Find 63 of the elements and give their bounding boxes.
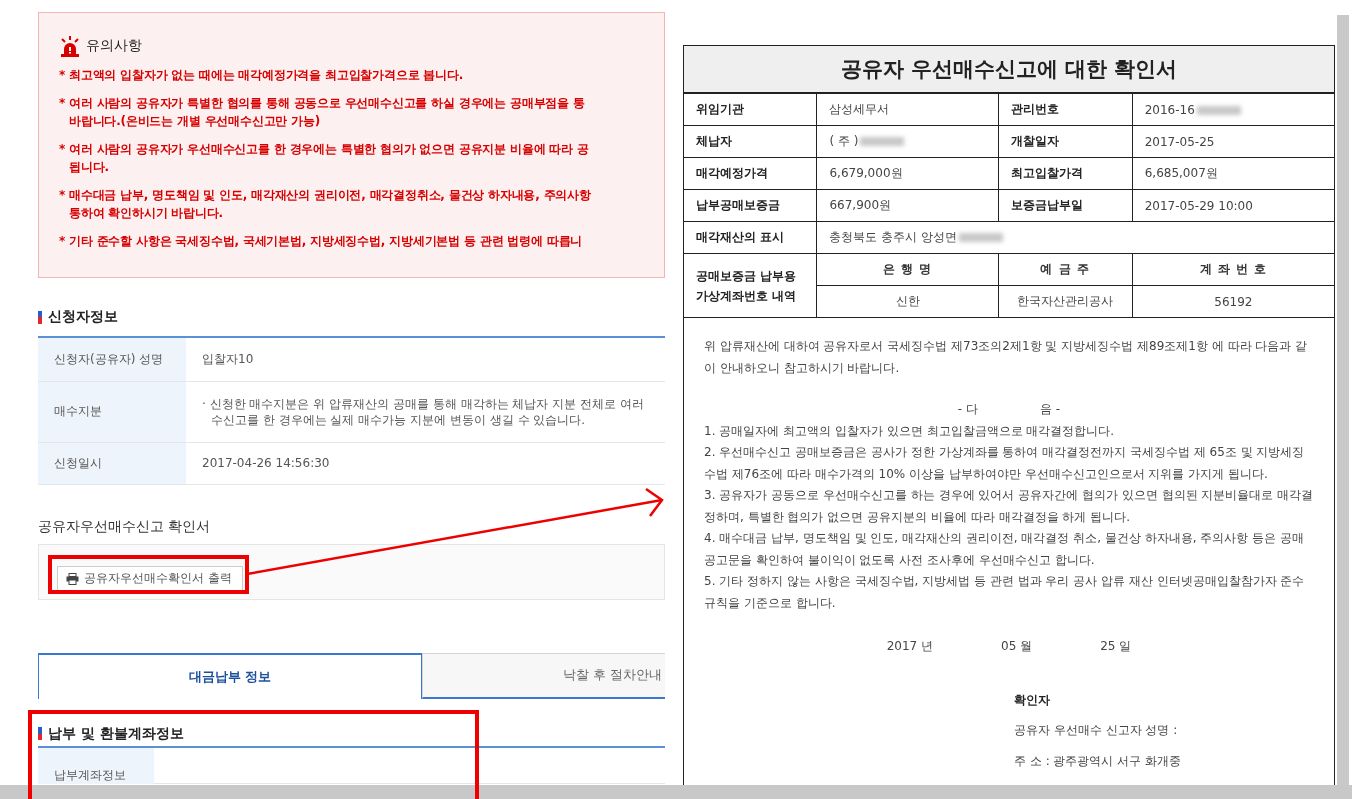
row-value: 신한 — [895, 294, 920, 308]
signer-title: 확인자 — [1014, 691, 1051, 709]
row-label: 매각재산의 표시 — [696, 230, 785, 244]
row-value: 56192 — [1214, 294, 1253, 309]
document-text: 3. 공유자가 공동으로 우선매수신고를 하는 경우에 있어서 공유자간에 협의가 있으면 협의된 지분비율대로 매각결정하며, 특별한 협의가 없으면 공유지분의 비율에 따라 매각결정을 하게 됩니다. — [704, 487, 1314, 526]
heading-bar — [38, 727, 42, 740]
row-label: 매각예정가격 — [696, 166, 768, 180]
tab[interactable]: 대금납부 정보 — [38, 652, 422, 699]
notice-item: * 최고액의 입찰자가 없는 때에는 매각예정가격을 최고입찰가격으로 봅니다. — [59, 67, 465, 84]
row-value: 6,679,000원 — [829, 166, 903, 180]
row-label: 위임기관 — [696, 102, 744, 116]
date-text: 05 월 — [1001, 638, 1033, 655]
row-label: 보증금납부일 — [1010, 198, 1083, 212]
row-label: 관리번호 — [1010, 102, 1059, 116]
row-label: 공매보증금 납부용 가상계좌번호 내역 — [696, 268, 797, 303]
document-heading: 음 - — [1040, 401, 1061, 418]
field-label: 신청일시 — [38, 442, 186, 484]
printer-icon — [66, 572, 79, 585]
row-label: 납부공매보증금 — [696, 198, 780, 212]
field-label: 매수지분 — [38, 381, 186, 442]
date-text: 25 일 — [1100, 638, 1132, 655]
document-text: 2. 우선매수신고 공매보증금은 공사가 정한 가상계좌를 통하여 매각결정전까지 국세징수법 제 65조 및 지방세징수법 제76조에 따라 매수가격의 10% 이상을 납부하여야만 우선매수신고인으로서 지위를 가지게 됩니다. — [704, 444, 1306, 483]
scrollbar[interactable] — [1337, 15, 1349, 785]
field-value: 2017-04-26 14:56:30 — [186, 442, 665, 484]
section-title: 공유자우선매수신고 확인서 — [38, 517, 212, 536]
row-value: 한국자산관리공사 — [1017, 294, 1114, 308]
notice-item: * 여러 사람의 공유자가 특별한 협의를 통해 공동으로 우선매수신고를 하실 경우에는 공매부점을 통 바랍니다.(온비드는 개별 우선매수신고만 가능) — [59, 95, 586, 130]
section-title: 신청자정보 — [48, 308, 118, 326]
column-header: 계 좌 번 호 — [1199, 262, 1268, 276]
signer-text: 주 소 : 광주광역시 서구 화개중 — [1014, 752, 1183, 770]
field-label: 납부계좌정보 — [38, 746, 154, 784]
row-label: 체납자 — [696, 134, 732, 148]
row-label: 개찰일자 — [1010, 134, 1059, 148]
column-header: 은 행 명 — [882, 262, 933, 276]
document-heading: - 다 — [957, 401, 978, 418]
document-text: 4. 매수대금 납부, 명도책임 및 인도, 매각재산의 권리이전, 매각결정 취소, 물건상 하자내용, 주의사항 등은 공매공고문을 확인하여 불이익이 없도록 사전 조사후에 우선매수신고 합니다. — [704, 530, 1305, 569]
column-header: 예 금 주 — [1040, 262, 1090, 276]
document-title: 공유자 우선매수신고에 대한 확인서 — [840, 56, 1178, 83]
row-value: 667,900원 — [829, 198, 892, 212]
row-value: 충청북도 충주시 앙성면 — [829, 230, 958, 244]
notice-item: * 기타 준수할 사항은 국세징수법, 국세기본법, 지방세징수법, 지방세기본법 등 관련 법령에 따릅니 — [59, 233, 584, 250]
row-value: 6,685,007원 — [1144, 166, 1218, 180]
row-label: 최고입찰가격 — [1010, 166, 1083, 180]
field-label: 신청자(공유자) 성명 — [38, 337, 186, 381]
row-value: 2017-05-29 10:00 — [1144, 198, 1253, 213]
document-text: 위 압류재산에 대하여 공유자로서 국세징수법 제73조의2제1항 및 지방세징수법 제89조제1항 에 따라 다음과 같이 안내하오니 참고하시기 바랍니다. — [704, 338, 1309, 377]
notice-item: * 여러 사람의 공유자가 우선매수신고를 한 경우에는 특별한 협의가 없으면 공유지분 비율에 따라 공 됩니다. — [59, 141, 590, 176]
notice-item: * 매수대금 납부, 명도책임 및 인도, 매각재산의 권리이전, 매각결정취소, 물건상 하자내용, 주의사항 통하여 확인하시기 바랍니다. — [59, 187, 592, 222]
row-value: ( 주 ) — [829, 134, 859, 148]
section-title: 납부 및 환불계좌정보 — [48, 724, 184, 743]
alarm-light-icon — [59, 35, 81, 57]
row-value: 2017-05-25 — [1144, 134, 1215, 149]
tab[interactable]: 낙찰 후 절차안내 — [422, 652, 665, 699]
print-button[interactable]: 공유자우선매수확인서 출력 — [57, 566, 243, 591]
document-text: 1. 공매일자에 최고액의 입찰자가 있으면 최고입찰금액으로 매각결정합니다. — [704, 422, 1116, 440]
signer-text: 공유자 우선매수 신고자 성명 : — [1014, 722, 1179, 739]
heading-bar — [38, 310, 42, 324]
row-value: 삼성세무서 — [829, 102, 890, 116]
row-value: 2016-16 — [1144, 102, 1195, 117]
document-text: 5. 기타 정하지 않는 사항은 국세징수법, 지방세법 등 관련 법과 우리 공사 압류 재산 인터넷공매입찰참가자 준수규칙을 기준으로 합니다. — [704, 573, 1306, 612]
date-text: 2017 년 — [886, 638, 934, 655]
field-value: 입찰자10 — [186, 337, 665, 381]
notice-title: 유의사항 — [86, 37, 142, 55]
